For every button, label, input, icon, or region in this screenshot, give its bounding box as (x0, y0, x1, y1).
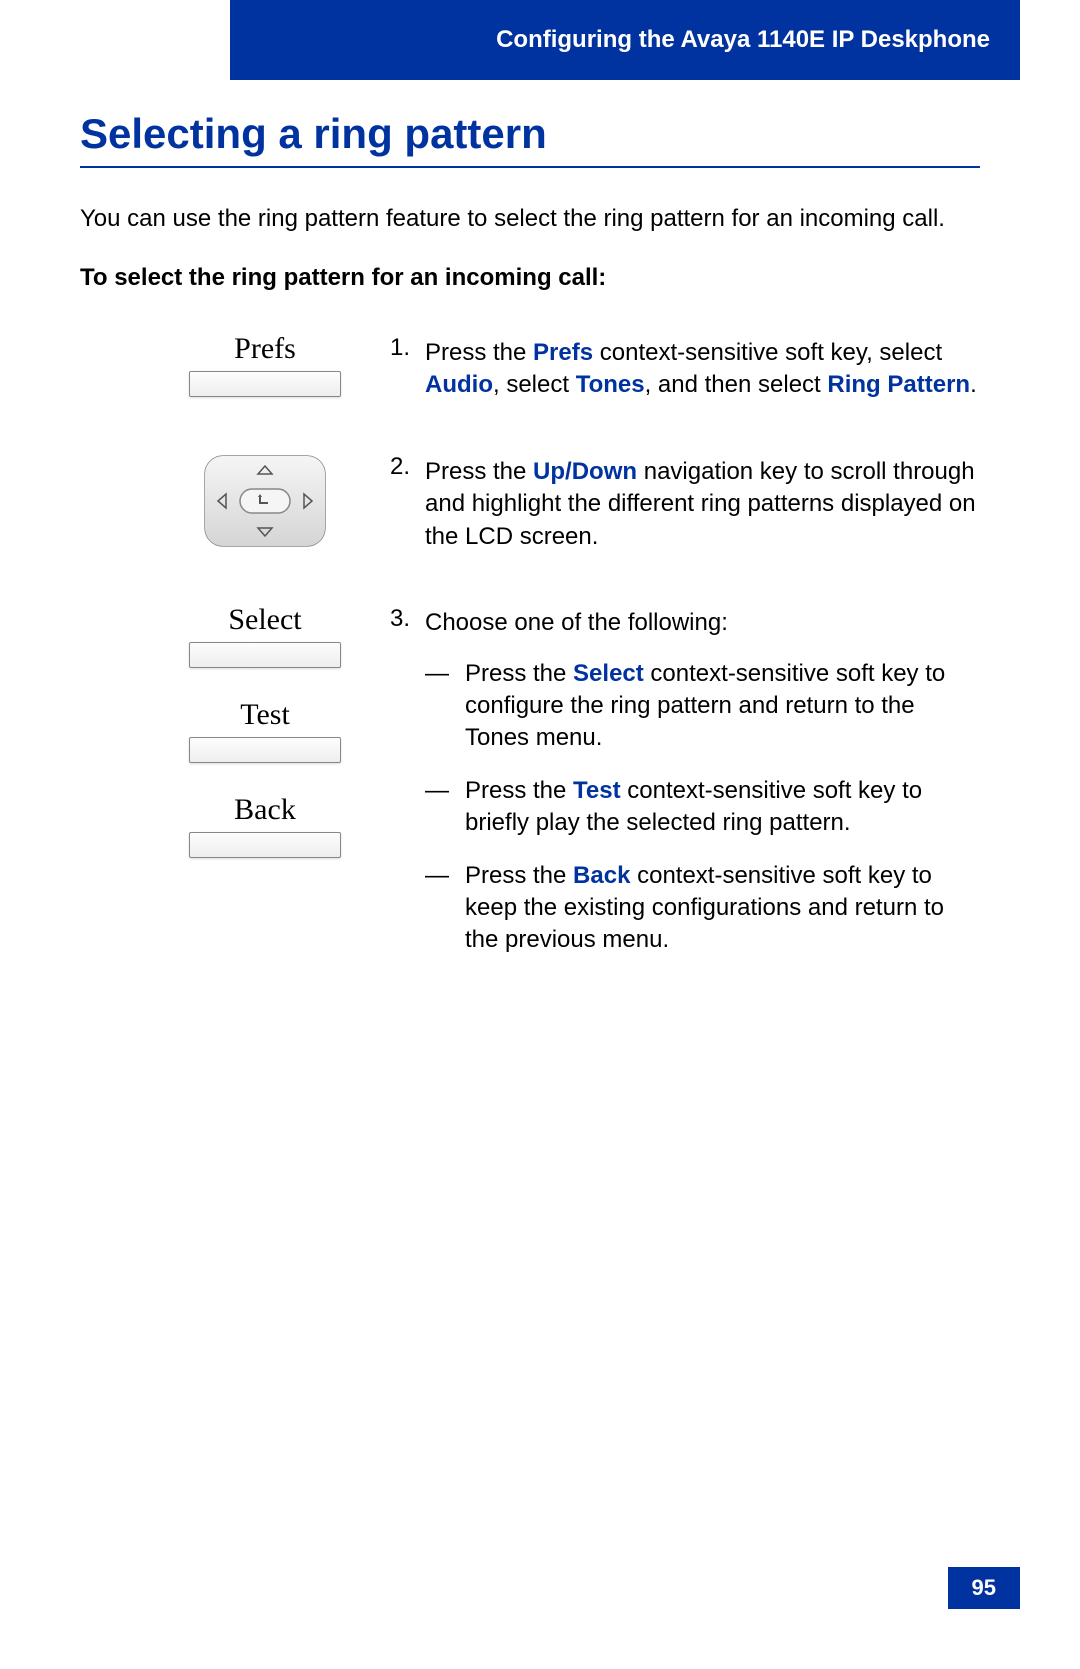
step-1-graphic: Prefs (80, 332, 390, 397)
step-3c: — Press the Back context-sensitive soft … (425, 860, 980, 957)
softkey-test: Test (189, 698, 341, 763)
step-2-graphic (80, 451, 390, 551)
softkey-back: Back (189, 793, 341, 858)
step-3-sublist: — Press the Select context-sensitive sof… (425, 658, 980, 957)
s1-t4: , and then select (645, 371, 828, 398)
s2-t1: Press the (425, 458, 533, 485)
s1-t3: , select (493, 371, 576, 398)
softkey-back-button-icon (189, 832, 341, 858)
s3b-k: Test (573, 777, 621, 804)
s1-k2: Audio (425, 371, 493, 398)
softkey-prefs: Prefs (189, 332, 341, 397)
procedure-heading: To select the ring pattern for an incomi… (80, 264, 980, 292)
softkey-select-label: Select (228, 603, 301, 637)
dash-icon: — (425, 658, 465, 755)
step-1-text: 1. Press the Prefs context-sensitive sof… (390, 332, 980, 401)
step-1: Prefs 1. Press the Prefs context-sensiti… (80, 332, 980, 401)
s3b-pre: Press the (465, 777, 573, 804)
step-2: 2. Press the Up/Down navigation key to s… (80, 451, 980, 553)
dash-icon: — (425, 860, 465, 957)
s2-slash: / (565, 458, 572, 485)
page-number: 95 (948, 1567, 1020, 1609)
page-content: Selecting a ring pattern You can use the… (80, 110, 980, 977)
step-2-number: 2. (390, 451, 425, 483)
title-rule (80, 166, 980, 168)
dash-icon: — (425, 775, 465, 840)
step-1-number: 1. (390, 332, 425, 364)
softkey-test-label: Test (240, 698, 290, 732)
s3c-k: Back (573, 862, 630, 889)
chapter-title: Configuring the Avaya 1140E IP Deskphone (496, 26, 990, 54)
softkey-back-label: Back (234, 793, 296, 827)
s1-t2: context-sensitive soft key, select (593, 339, 942, 366)
softkey-select: Select (189, 603, 341, 668)
s1-t5: . (970, 371, 977, 398)
step-3: Select Test Back 3. Choose one o (80, 603, 980, 977)
step-3a: — Press the Select context-sensitive sof… (425, 658, 980, 755)
s3a-pre: Press the (465, 660, 573, 687)
s2-k1: Up (533, 458, 565, 485)
s1-k3: Tones (576, 371, 645, 398)
softkey-prefs-label: Prefs (234, 332, 296, 366)
section-title: Selecting a ring pattern (80, 110, 980, 158)
step-3-number: 3. (390, 603, 425, 635)
header-bar: Configuring the Avaya 1140E IP Deskphone (230, 0, 1020, 80)
step-3-graphic: Select Test Back (80, 603, 390, 858)
step-2-text: 2. Press the Up/Down navigation key to s… (390, 451, 980, 553)
s3-lead: Choose one of the following: (425, 609, 728, 636)
step-3-text: 3. Choose one of the following: — Press … (390, 603, 980, 977)
steps-list: Prefs 1. Press the Prefs context-sensiti… (80, 332, 980, 977)
s1-k4: Ring Pattern (827, 371, 970, 398)
intro-text: You can use the ring pattern feature to … (80, 203, 980, 234)
softkey-test-button-icon (189, 737, 341, 763)
navigation-pad-icon (200, 451, 330, 551)
s2-k2: Down (572, 458, 637, 485)
s3c-pre: Press the (465, 862, 573, 889)
s1-t1: Press the (425, 339, 533, 366)
softkey-select-button-icon (189, 642, 341, 668)
s1-k1: Prefs (533, 339, 593, 366)
step-3b: — Press the Test context-sensitive soft … (425, 775, 980, 840)
s3a-k: Select (573, 660, 644, 687)
softkey-prefs-button-icon (189, 371, 341, 397)
